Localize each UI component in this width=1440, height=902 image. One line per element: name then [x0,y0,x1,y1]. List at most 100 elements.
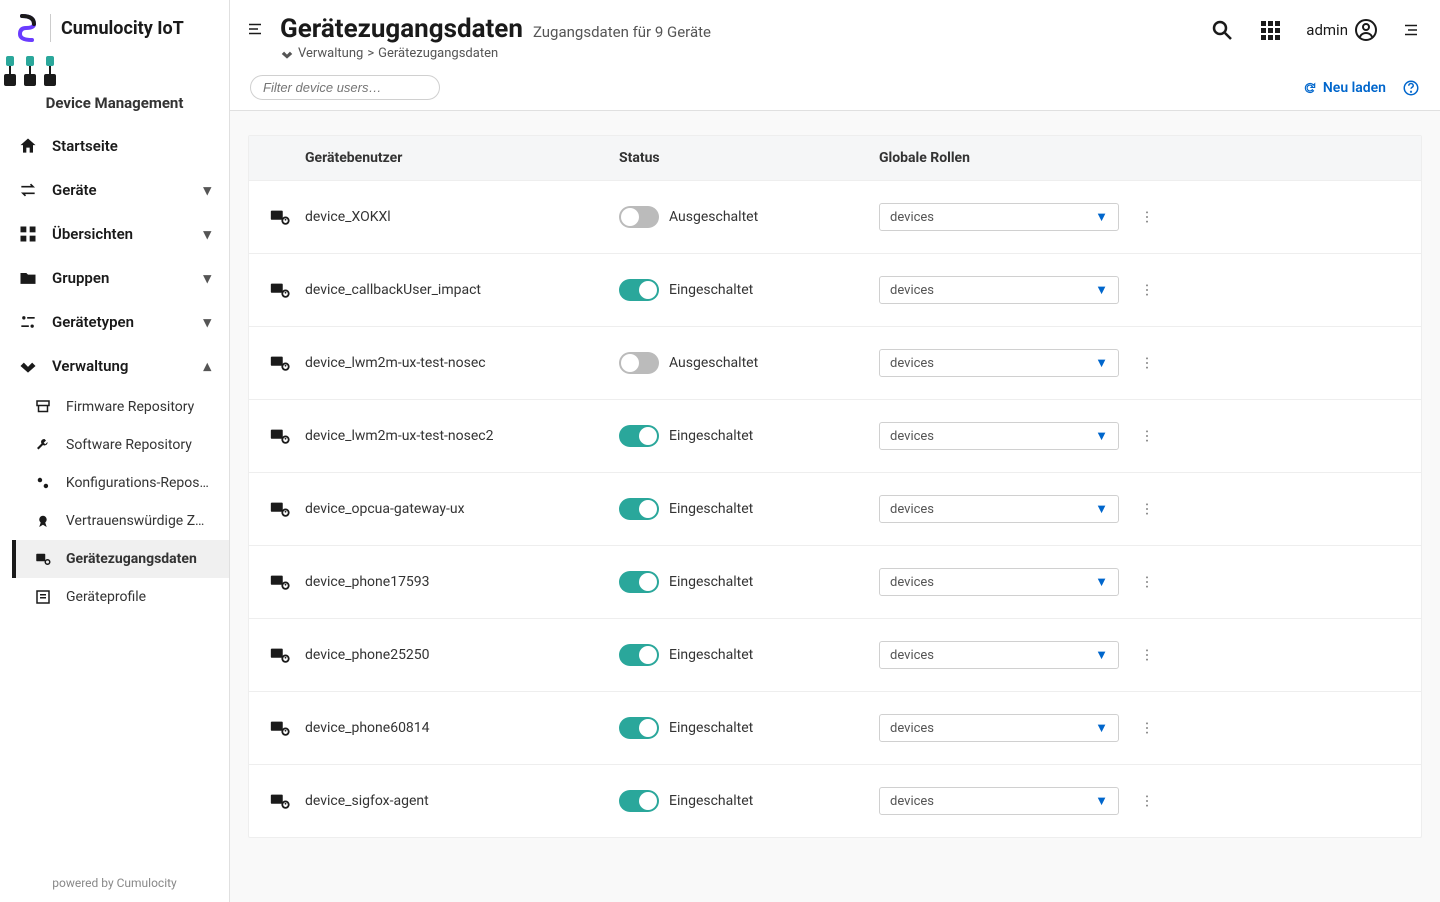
status-toggle[interactable] [619,790,659,812]
device-name: device_XOKXl [305,209,391,225]
nav-sub-software-label: Software Repository [66,437,192,453]
nav-sub-trusted[interactable]: Vertrauenswürdige Ze… [12,502,229,540]
chevron-up-icon: ▴ [203,357,211,375]
nav-groups-label: Gruppen [52,269,109,287]
nav-home[interactable]: Startseite [0,124,229,168]
kebab-icon [1139,793,1155,809]
search-button[interactable] [1210,18,1234,42]
menu-toggle-button[interactable] [240,14,270,44]
status-label: Ausgeschaltet [669,355,758,371]
row-actions-menu[interactable] [1139,554,1401,610]
role-select[interactable]: devices ▼ [879,641,1119,669]
device-name: device_lwm2m-ux-test-nosec [305,355,486,371]
breadcrumb-root[interactable]: Verwaltung [298,46,363,61]
user-circle-icon [1354,18,1378,42]
caret-down-icon: ▼ [1095,209,1108,225]
sidebar: Cumulocity IoT Device Management Startse… [0,0,230,902]
status-label: Eingeschaltet [669,501,753,517]
right-panel-toggle[interactable] [1402,21,1420,39]
nav-devices[interactable]: Geräte ▾ [0,168,229,212]
table-row[interactable]: device_sigfox-agent Eingeschaltet device… [249,764,1421,837]
status-toggle[interactable] [619,571,659,593]
role-value: devices [890,429,934,444]
role-select[interactable]: devices ▼ [879,203,1119,231]
nav-sub-profiles[interactable]: Geräteprofile [12,578,229,616]
device-name: device_phone60814 [305,720,430,736]
filter-box[interactable] [250,75,440,100]
table-row[interactable]: device_phone25250 Eingeschaltet devices … [249,618,1421,691]
status-label: Ausgeschaltet [669,209,758,225]
role-value: devices [890,210,934,225]
table-row[interactable]: device_phone60814 Eingeschaltet devices … [249,691,1421,764]
folder-icon [18,268,38,288]
gears-icon [34,474,52,492]
row-actions-menu[interactable] [1139,481,1401,537]
help-icon [1402,79,1420,97]
role-value: devices [890,575,934,590]
table-row[interactable]: device_lwm2m-ux-test-nosec2 Eingeschalte… [249,399,1421,472]
role-select[interactable]: devices ▼ [879,714,1119,742]
toolbar: Neu laden [230,67,1440,111]
filter-input[interactable] [263,80,441,95]
nav-overviews[interactable]: Übersichten ▾ [0,212,229,256]
panel-collapse-icon [1402,21,1420,39]
status-toggle[interactable] [619,425,659,447]
row-actions-menu[interactable] [1139,773,1401,829]
role-select[interactable]: devices ▼ [879,422,1119,450]
breadcrumb-sep: > [367,46,374,61]
reload-button[interactable]: Neu laden [1303,80,1386,96]
role-value: devices [890,502,934,517]
apps-button[interactable] [1258,18,1282,42]
status-label: Eingeschaltet [669,793,753,809]
chevron-down-icon: ▾ [203,269,211,287]
row-actions-menu[interactable] [1139,335,1401,391]
table-row[interactable]: device_callbackUser_impact Eingeschaltet… [249,253,1421,326]
nav-device-types[interactable]: Gerätetypen ▾ [0,300,229,344]
nav-sub-credentials[interactable]: Gerätezugangsdaten [12,540,229,578]
table-row[interactable]: device_XOKXl Ausgeschaltet devices ▼ [249,180,1421,253]
role-select[interactable]: devices ▼ [879,787,1119,815]
help-button[interactable] [1402,79,1420,97]
chevron-down-icon: ▾ [203,313,211,331]
page-subtitle: Zugangsdaten für 9 Geräte [533,23,711,41]
device-name: device_opcua-gateway-ux [305,501,465,517]
table-row[interactable]: device_opcua-gateway-ux Eingeschaltet de… [249,472,1421,545]
nav-sub-firmware[interactable]: Firmware Repository [12,388,229,426]
nav-administration[interactable]: Verwaltung ▴ [0,344,229,388]
status-toggle[interactable] [619,498,659,520]
status-toggle[interactable] [619,206,659,228]
status-toggle[interactable] [619,644,659,666]
row-actions-menu[interactable] [1139,189,1401,245]
role-select[interactable]: devices ▼ [879,495,1119,523]
nav-overviews-label: Übersichten [52,225,133,243]
column-header-user: Gerätebenutzer [269,150,619,166]
search-icon [1210,18,1234,42]
module-block: Device Management [0,50,229,124]
table-row[interactable]: device_phone17593 Eingeschaltet devices … [249,545,1421,618]
dashboard-icon [18,224,38,244]
status-toggle[interactable] [619,717,659,739]
exchange-icon [18,180,38,200]
device-name: device_phone17593 [305,574,430,590]
row-actions-menu[interactable] [1139,627,1401,683]
role-value: devices [890,356,934,371]
role-select[interactable]: devices ▼ [879,276,1119,304]
nav-sub-config[interactable]: Konfigurations-Reposi… [12,464,229,502]
module-icon [0,54,60,90]
nav-device-types-label: Gerätetypen [52,313,134,331]
role-select[interactable]: devices ▼ [879,568,1119,596]
row-actions-menu[interactable] [1139,700,1401,756]
module-label: Device Management [0,94,229,112]
nav-groups[interactable]: Gruppen ▾ [0,256,229,300]
status-toggle[interactable] [619,279,659,301]
handshake-icon [280,47,294,61]
status-toggle[interactable] [619,352,659,374]
table-row[interactable]: device_lwm2m-ux-test-nosec Ausgeschaltet… [249,326,1421,399]
row-actions-menu[interactable] [1139,262,1401,318]
row-actions-menu[interactable] [1139,408,1401,464]
nav-sub-software[interactable]: Software Repository [12,426,229,464]
role-value: devices [890,721,934,736]
user-menu[interactable]: admin [1306,18,1378,42]
content: Gerätebenutzer Status Globale Rollen dev… [230,111,1440,902]
role-select[interactable]: devices ▼ [879,349,1119,377]
